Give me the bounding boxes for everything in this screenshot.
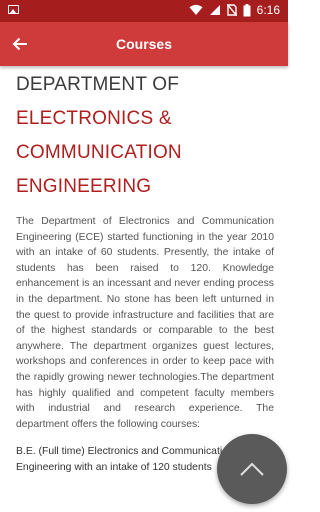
department-title-line-2: ELECTRONICS & — [16, 108, 172, 129]
department-title: DEPARTMENT OF ELECTRONICS & COMMUNICATIO… — [16, 66, 274, 204]
battery-icon — [243, 3, 251, 16]
no-sim-icon — [226, 4, 237, 16]
status-time: 6:16 — [256, 3, 280, 17]
chevron-up-icon — [240, 462, 264, 476]
page-title: Courses — [115, 36, 173, 52]
status-bar: 6:16 — [0, 0, 288, 22]
wifi-icon — [189, 4, 203, 15]
department-description: The Department of Electronics and Commun… — [16, 216, 274, 430]
signal-icon — [209, 5, 220, 15]
department-title-line-1: DEPARTMENT OF — [16, 74, 180, 95]
course-content: DEPARTMENT OF ELECTRONICS & COMMUNICATIO… — [16, 66, 274, 476]
status-icons: 6:16 — [189, 3, 280, 17]
department-title-line-3: COMMUNICATION — [16, 142, 182, 163]
app-bar: Courses — [0, 22, 288, 66]
department-title-line-4: ENGINEERING — [16, 176, 152, 197]
scroll-to-top-button[interactable] — [217, 434, 287, 504]
image-notification-icon — [8, 5, 19, 14]
